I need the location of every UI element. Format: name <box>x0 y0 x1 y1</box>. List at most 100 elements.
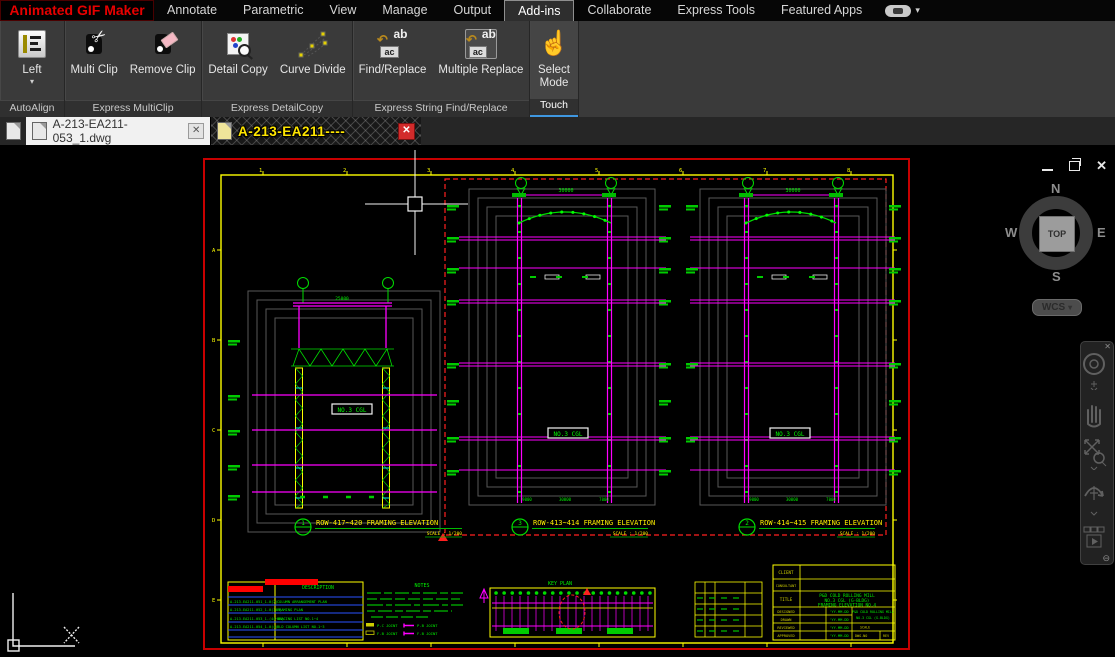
chevron-down-icon: ▾ <box>30 78 34 86</box>
align-left-icon <box>18 30 46 58</box>
window-controls: ✕ <box>1042 159 1107 172</box>
tab-add-ins[interactable]: Add-ins <box>504 0 574 21</box>
file-tab-2-active[interactable]: A-213-EA211---- ✕ <box>210 117 421 145</box>
unit-tag: NO.3 CGL <box>554 431 583 438</box>
viewcube-top-face[interactable]: TOP <box>1039 216 1075 252</box>
dwg-file-icon[interactable] <box>0 117 26 145</box>
group-express-multiclip: ✂ Multi Clip Remove Clip Express MultiCl… <box>65 21 202 117</box>
file-tab-1[interactable]: A-213-EA211-053_1.dwg ✕ <box>26 117 210 145</box>
zoom-icon[interactable] <box>1081 434 1107 470</box>
multiple-replace-button[interactable]: ab↷ ac Multiple Replace <box>435 24 526 79</box>
pan-hand-icon[interactable] <box>1081 400 1107 430</box>
viewcube-east[interactable]: E <box>1097 225 1106 240</box>
dim-text: 7000 <box>826 497 836 502</box>
group-label-findreplace: Express String Find/Replace <box>353 100 529 117</box>
group-label-multiclip: Express MultiClip <box>65 100 201 117</box>
file-tab-bar: A-213-EA211-053_1.dwg ✕ A-213-EA211---- … <box>0 117 1115 147</box>
left-button[interactable]: Left ▾ <box>15 24 49 88</box>
tab-manage[interactable]: Manage <box>369 0 440 21</box>
orbit-icon[interactable] <box>1081 478 1107 518</box>
minimize-icon[interactable]: ⊖ <box>1102 553 1110 564</box>
close-icon[interactable]: ✕ <box>398 123 415 140</box>
viewcube-west[interactable]: W <box>1005 225 1017 240</box>
date-cell: 'YY.MM.DD <box>829 634 848 638</box>
elevation-title: ROW-414~415 FRAMING ELEVATION <box>760 519 882 527</box>
group-express-findreplace: ab↷ ac Find/Replace ab↷ ac Multiple Repl… <box>353 21 530 117</box>
table-cell: A-213-EA211-054_1-0(4) <box>230 625 278 629</box>
navigation-wheel-icon[interactable] <box>1081 350 1107 390</box>
key-plan: KEY PLAN <box>480 581 655 637</box>
dwg-no-label: DWG.NO <box>855 634 867 638</box>
consultant-label: CONSULTANT <box>776 584 796 588</box>
elevation-right: 30000 NO.3 CGL 9000 30000 7000 2 ROW-414… <box>686 178 901 538</box>
date-cell: 'YY.MM.DD <box>829 610 848 614</box>
tab-output[interactable]: Output <box>441 0 505 21</box>
sheet-title-line: FRAMING ELEVATION NO.4 <box>818 603 877 609</box>
multi-clip-icon: ✂ <box>86 34 102 54</box>
detail-bubble: 1 <box>301 520 305 527</box>
remove-clip-button[interactable]: Remove Clip <box>127 24 199 79</box>
gifmaker-overlay-title: Animated GIF Maker <box>0 0 154 21</box>
ribbon-tab-bar: Animated GIF Maker Annotate Parametric V… <box>0 0 1115 21</box>
frame-col-label: 3 <box>427 168 430 174</box>
tab-collaborate[interactable]: Collaborate <box>574 0 664 21</box>
dwg-file-icon <box>217 122 232 140</box>
select-mode-button[interactable]: ☝ Select Mode <box>535 24 573 92</box>
tab-express-tools[interactable]: Express Tools <box>664 0 768 21</box>
frame-col-label: 8 <box>847 168 850 174</box>
legend-item: F.B JOINT <box>417 631 438 636</box>
ribbon-panel: Left ▾ AutoAlign ✂ Multi Clip Remove Cli… <box>0 21 1115 117</box>
find-replace-button[interactable]: ab↷ ac Find/Replace <box>356 24 430 79</box>
scale-label: SCALE <box>860 626 870 630</box>
tab-featured-apps[interactable]: Featured Apps <box>768 0 875 21</box>
drawing-sheet[interactable]: 1 2 3 4 5 6 7 8 A B C D E 25000 <box>0 145 1115 657</box>
minimize-icon[interactable] <box>1042 169 1053 171</box>
table-header: DESCRIPTION <box>302 585 334 591</box>
showmotion-icon[interactable] <box>1081 524 1107 556</box>
tab-parametric[interactable]: Parametric <box>230 0 316 21</box>
table-cell: A-213-EA211-052_1-0(144) <box>230 608 282 612</box>
sheet-border: 1 2 3 4 5 6 7 8 A B C D E <box>204 159 909 649</box>
key-plan-title: KEY PLAN <box>548 581 572 587</box>
table-cell: COLUMN ARRANGEMENT PLAN <box>277 600 327 604</box>
tab-view[interactable]: View <box>316 0 369 21</box>
ribbon-display-toggle[interactable]: ▾ <box>885 5 920 17</box>
group-express-detailcopy: Detail Copy Curve Divide Express DetailC… <box>202 21 353 117</box>
frame-row-label: A <box>212 248 216 254</box>
restore-icon[interactable] <box>1069 161 1080 171</box>
tab-annotate[interactable]: Annotate <box>154 0 230 21</box>
frame-row-label: B <box>212 338 216 344</box>
group-autoalign: Left ▾ AutoAlign <box>0 21 65 117</box>
dim-text: 30000 <box>558 188 573 194</box>
viewcube-south[interactable]: S <box>1052 269 1061 284</box>
wcs-dropdown[interactable]: WCS ▾ <box>1032 299 1082 316</box>
frame-col-label: 4 <box>511 168 515 174</box>
dim-text: 30000 <box>785 188 800 194</box>
find-replace-icon: ab↷ ac <box>377 30 407 58</box>
elevation-middle: 30000 NO.3 CGL 9000 30000 7000 3 ROW-413… <box>447 178 671 538</box>
viewcube-north[interactable]: N <box>1051 181 1060 196</box>
info-line: P&D COLD ROLLING MILL <box>852 610 894 614</box>
title-label: TITLE <box>780 597 793 602</box>
dwg-file-icon <box>32 122 47 140</box>
table-cell: A-213-EA211-053_1-(44~44) <box>230 617 284 621</box>
drawing-canvas[interactable]: 1 2 3 4 5 6 7 8 A B C D E 25000 <box>0 145 1115 657</box>
dim-text: 9000 <box>522 497 532 502</box>
table-cell: BRACING LIST NO.1~4 <box>277 617 318 621</box>
drawing-list-table: DESCRIPTION A-213-EA211-051_1-0(2) COLUM… <box>228 579 363 640</box>
frame-row-label: C <box>212 428 215 434</box>
chevron-down-icon: ▾ <box>915 6 920 15</box>
remove-clip-icon <box>155 34 171 54</box>
detail-bubble: 2 <box>745 520 749 527</box>
frame-row-label: D <box>212 518 215 524</box>
detail-copy-icon <box>227 33 249 55</box>
detail-copy-button[interactable]: Detail Copy <box>205 24 270 79</box>
close-icon[interactable]: ✕ <box>1096 159 1107 172</box>
close-icon[interactable]: ✕ <box>188 123 204 139</box>
table-cell: A-213-EA211-051_1-0(2) <box>230 600 278 604</box>
designed-label: DESIGNED <box>777 610 794 614</box>
unit-tag: NO.3 CGL <box>338 407 367 414</box>
curve-divide-button[interactable]: Curve Divide <box>277 24 349 79</box>
revision-table <box>695 582 762 637</box>
multi-clip-button[interactable]: ✂ Multi Clip <box>67 24 120 79</box>
